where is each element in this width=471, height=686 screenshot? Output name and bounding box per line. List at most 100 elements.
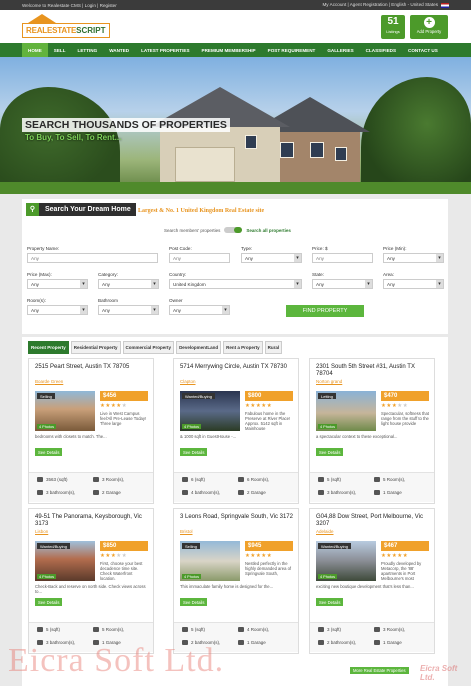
tab-rent-a-property[interactable]: Rent a Property [223, 341, 263, 354]
room-count: 3 Room(s), [374, 627, 405, 632]
property-photo[interactable]: Wanted/Buying 4 Photos [316, 541, 376, 581]
area-select[interactable]: Any [383, 279, 444, 289]
nav-item-contact-us[interactable]: CONTACT US [402, 43, 444, 57]
nav-item-classifieds[interactable]: CLASSIFIEDS [360, 43, 402, 57]
tab-commercial-property[interactable]: Commercial Property [122, 341, 175, 354]
garage-count: 1 Garage [374, 490, 402, 495]
price-input[interactable]: Any [312, 253, 373, 263]
see-details-button[interactable]: See Details [35, 448, 63, 456]
photo-count-badge[interactable]: 4 Photos [182, 574, 201, 579]
property-address[interactable]: 3 Leons Road, Springvale South, Vic 3172 [180, 514, 294, 521]
us-flag-icon[interactable] [441, 2, 449, 8]
bed-icon [238, 627, 244, 632]
bathroom-select[interactable]: Any [98, 305, 159, 315]
nav-item-letting[interactable]: LETTING [72, 43, 104, 57]
country-select[interactable]: United Kingdom [169, 279, 302, 289]
post-code-input[interactable]: Any [169, 253, 230, 263]
property-address[interactable]: 2515 Peart Street, Austin TX 78705 [35, 364, 149, 371]
add-property-button[interactable]: + Add Property [410, 15, 448, 39]
property-address[interactable]: 2301 South 5th Street #31, Austin TX 787… [316, 364, 430, 378]
top-bar-left-links[interactable]: Welcome to Realestate CMS | Login | Regi… [22, 3, 117, 8]
property-photo[interactable]: Selling 4 Photos [180, 541, 240, 581]
photo-count-badge[interactable]: 4 Photos [318, 574, 337, 579]
photo-count-badge[interactable]: 4 Photos [37, 574, 56, 579]
property-city-link[interactable]: Boarde Green [35, 379, 63, 384]
nav-item-home[interactable]: HOME [22, 43, 48, 57]
listing-type-badge: Selling [37, 393, 56, 399]
property-price: $456 [100, 391, 148, 401]
garage-count: 2 Garage [93, 490, 121, 495]
photo-count-badge[interactable]: 4 Photos [182, 424, 201, 429]
nav-item-premium-membership[interactable]: PREMIUM MEMBERSHIP [196, 43, 262, 57]
property-card[interactable]: G04,88 Dow Street, Port Melbourne, Vic 3… [309, 508, 435, 654]
ruler-icon [318, 627, 324, 632]
listings-label: Listings [386, 29, 400, 34]
bath-icon [37, 490, 43, 495]
search-scope-toggle[interactable]: Search members' properties Search all pr… [164, 227, 291, 233]
see-details-button[interactable]: See Details [316, 598, 344, 606]
property-card[interactable]: 2515 Peart Street, Austin TX 78705 Boarde… [28, 358, 154, 504]
see-details-button[interactable]: See Details [35, 598, 63, 606]
top-bar-right-links[interactable]: My Account | Agent Registration | Englis… [322, 2, 449, 8]
add-property-label: Add Property [416, 29, 442, 34]
property-photo[interactable]: Wanted/Buying 4 Photos [35, 541, 95, 581]
listings-count-box[interactable]: 51 Listings [381, 15, 405, 39]
nav-item-post-requirement[interactable]: POST REQUIREMENT [262, 43, 322, 57]
car-icon [374, 490, 380, 495]
rating-stars: ★★★★★ [245, 403, 273, 409]
rooms-select[interactable]: Any [27, 305, 88, 315]
area-sqft: 5 (sqft) [318, 477, 341, 482]
toggle-members-label: Search members' properties [164, 227, 221, 233]
property-photo[interactable]: Letting 4 Photos [316, 391, 376, 431]
nav-item-wanted[interactable]: WANTED [103, 43, 135, 57]
bed-icon [374, 477, 380, 482]
bathroom-count: 3 bathroom(s), [318, 490, 356, 495]
area-sqft: 6 (sqft) [182, 477, 205, 482]
see-details-button[interactable]: See Details [180, 448, 208, 456]
site-logo[interactable]: REALESTATE SCRIPT [22, 14, 110, 40]
tab-residential-property[interactable]: Residential Property [70, 341, 121, 354]
photo-count-badge[interactable]: 4 Photos [318, 424, 337, 429]
property-city-link[interactable]: Bristol [180, 529, 193, 534]
property-name-input[interactable]: Any [27, 253, 158, 263]
property-address[interactable]: 49-51 The Panorama, Keysborough, Vic 317… [35, 514, 149, 528]
property-card[interactable]: 49-51 The Panorama, Keysborough, Vic 317… [28, 508, 154, 654]
price-min-select[interactable]: Any [383, 253, 444, 263]
property-photo[interactable]: Selling 4 Photos [35, 391, 95, 431]
see-details-button[interactable]: See Details [180, 598, 208, 606]
listing-type-badge: Letting [318, 393, 337, 399]
property-card[interactable]: 3 Leons Road, Springvale South, Vic 3172… [173, 508, 299, 654]
toggle-all-label: Search all properties [246, 227, 291, 233]
property-photo[interactable]: Wanted/Buying 4 Photos [180, 391, 240, 431]
property-price: $800 [245, 391, 293, 401]
post-code-field: Post Code: Any [169, 246, 230, 263]
tab-development-land[interactable]: DevelopmentLand [176, 341, 222, 354]
property-address[interactable]: G04,88 Dow Street, Port Melbourne, Vic 3… [316, 514, 430, 528]
photo-count-badge[interactable]: 4 Photos [37, 424, 56, 429]
property-city-link[interactable]: Lisbon [35, 529, 48, 534]
see-details-button[interactable]: See Details [316, 448, 344, 456]
find-property-button[interactable]: FIND PROPERTY [286, 305, 364, 317]
property-card[interactable]: 2301 South 5th Street #31, Austin TX 787… [309, 358, 435, 504]
nav-item-sell[interactable]: SELL [48, 43, 72, 57]
search-scope-switch[interactable] [224, 227, 243, 233]
owner-select[interactable]: Any [169, 305, 230, 315]
listing-type-badge: Wanted/Buying [318, 543, 351, 549]
property-card[interactable]: 5714 Merrywing Circle, Austin TX 78730 Cl… [173, 358, 299, 504]
category-select[interactable]: Any [98, 279, 159, 289]
nav-item-latest-properties[interactable]: LATEST PROPERTIES [135, 43, 195, 57]
price-max-select[interactable]: Any [27, 279, 88, 289]
hero-banner: SEARCH THOUSANDS OF PROPERTIES To Buy, T… [0, 57, 471, 194]
state-select[interactable]: Any [312, 279, 373, 289]
bathroom-count: 2 bathroom(s), [318, 640, 356, 645]
property-city-link[interactable]: Adelaide [316, 529, 334, 534]
property-address[interactable]: 5714 Merrywing Circle, Austin TX 78730 [180, 364, 294, 371]
room-count: 3 Room(s), [93, 477, 124, 482]
tab-recent-property[interactable]: Recent Property [28, 341, 69, 354]
nav-item-galleries[interactable]: GALLERIES [321, 43, 359, 57]
type-select[interactable]: Any [241, 253, 302, 263]
property-city-link[interactable]: Norton grand [316, 379, 342, 384]
property-city-link[interactable]: Clapton [180, 379, 196, 384]
tab-rural[interactable]: Rural [264, 341, 283, 354]
more-properties-link[interactable]: More Real Estate Properties [350, 667, 409, 674]
